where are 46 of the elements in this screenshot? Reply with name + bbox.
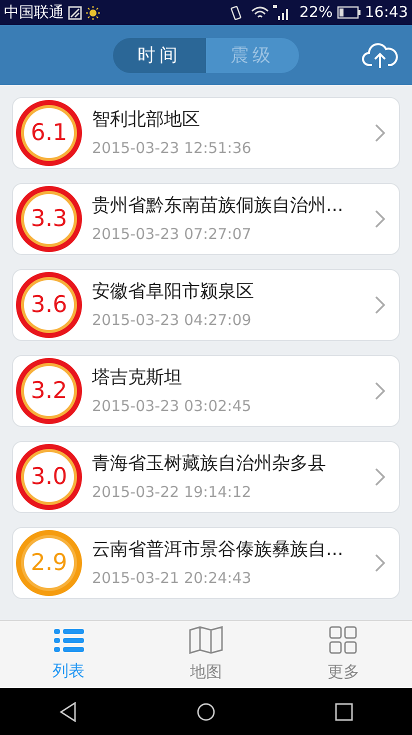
quake-card[interactable]: 3.6 安徽省阜阳市颍泉区 2015-03-23 04:27:09 (12, 269, 400, 341)
magnitude-badge: 3.3 (16, 186, 82, 252)
chevron-right-icon (375, 296, 385, 314)
vibrate-icon (229, 4, 244, 20)
back-icon[interactable] (59, 702, 78, 722)
quake-card[interactable]: 3.2 塔吉克斯坦 2015-03-23 03:02:45 (12, 355, 400, 427)
list-icon (54, 626, 84, 652)
magnitude-badge: 3.0 (16, 444, 82, 510)
wifi-icon (251, 6, 270, 20)
quake-location: 青海省玉树藏族自治州杂多县 (92, 452, 327, 476)
image-icon (68, 6, 82, 20)
quake-location: 智利北部地区 (92, 108, 201, 132)
cloud-upload-icon[interactable] (362, 41, 398, 69)
quake-time: 2015-03-23 04:27:09 (92, 310, 252, 332)
map-icon (188, 626, 223, 654)
quake-card[interactable]: 3.3 贵州省黔东南苗族侗族自治州... 2015-03-23 07:27:07 (12, 183, 400, 255)
carrier-name: 中国联通 (4, 2, 64, 24)
magnitude-badge: 3.2 (16, 358, 82, 424)
magnitude-badge: 3.6 (16, 272, 82, 338)
chevron-right-icon (375, 554, 385, 572)
quake-location: 塔吉克斯坦 (92, 366, 183, 390)
chevron-right-icon (375, 382, 385, 400)
recent-apps-icon[interactable] (334, 702, 353, 720)
clock-time: 16:43 (364, 2, 408, 24)
magnitude-badge: 2.9 (16, 530, 82, 596)
grid-icon (329, 626, 358, 654)
magnitude-badge: 6.1 (16, 100, 82, 166)
quake-location: 云南省普洱市景谷傣族彝族自... (92, 538, 344, 562)
sun-icon (86, 6, 100, 20)
quake-time: 2015-03-22 19:14:12 (92, 482, 252, 504)
quake-time: 2015-03-23 03:02:45 (92, 396, 252, 418)
quake-location: 安徽省阜阳市颍泉区 (92, 280, 255, 304)
quake-time: 2015-03-23 07:27:07 (92, 224, 252, 246)
home-icon[interactable] (196, 702, 216, 722)
quake-time: 2015-03-23 12:51:36 (92, 138, 252, 160)
chevron-right-icon (375, 124, 385, 142)
chevron-right-icon (375, 210, 385, 228)
segment-tab[interactable]: 时间 (113, 38, 206, 72)
battery-percent: 22% (299, 2, 333, 24)
quake-card[interactable]: 2.9 云南省普洱市景谷傣族彝族自... 2015-03-21 20:24:43 (12, 527, 400, 599)
quake-card[interactable]: 3.0 青海省玉树藏族自治州杂多县 2015-03-22 19:14:12 (12, 441, 400, 513)
quake-time: 2015-03-21 20:24:43 (92, 568, 252, 590)
battery-icon (336, 6, 361, 19)
quake-location: 贵州省黔东南苗族侗族自治州... (92, 194, 344, 218)
chevron-right-icon (375, 468, 385, 486)
quake-card[interactable]: 6.1 智利北部地区 2015-03-23 12:51:36 (12, 97, 400, 169)
